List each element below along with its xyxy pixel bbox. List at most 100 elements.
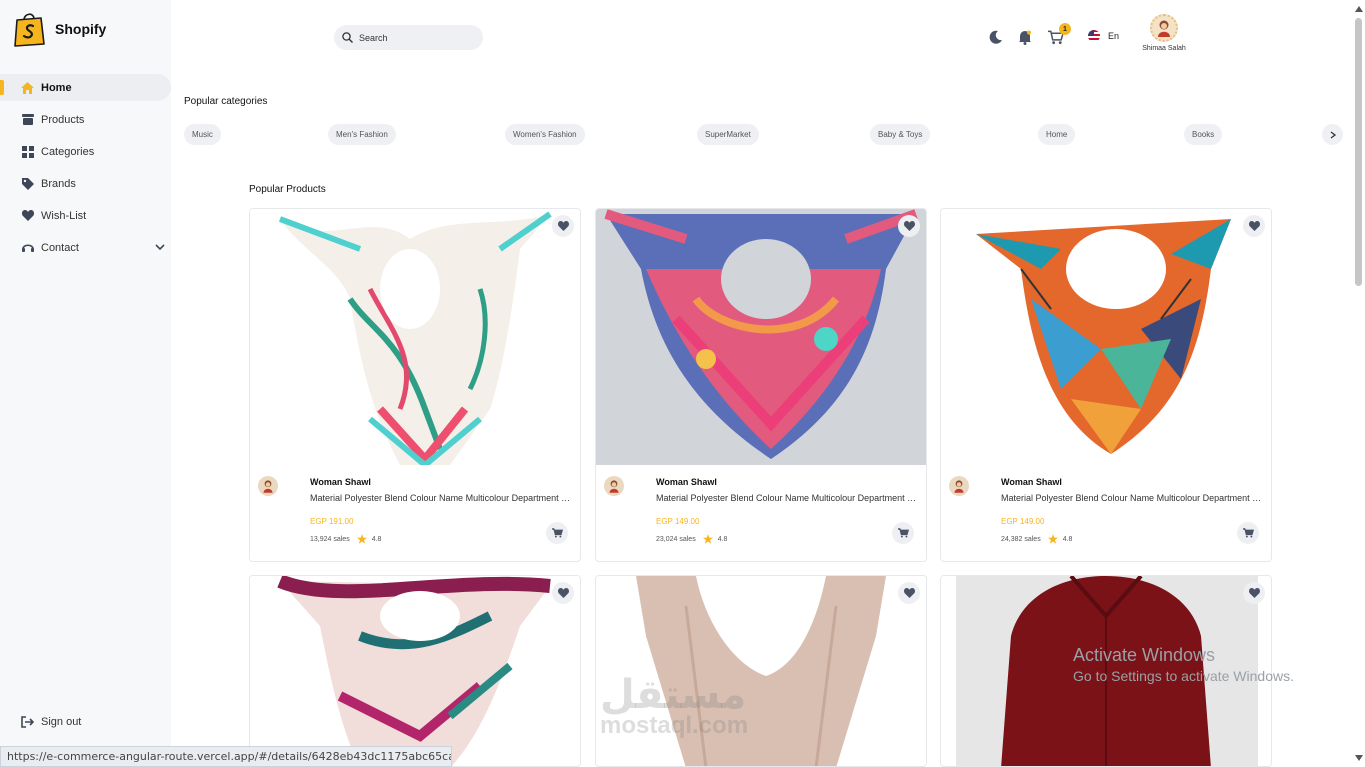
scroll-up-arrow[interactable] bbox=[1355, 6, 1363, 12]
wishlist-button[interactable] bbox=[898, 582, 920, 604]
headset-icon bbox=[21, 241, 34, 254]
add-to-cart-button[interactable] bbox=[546, 522, 568, 544]
brand-name: Shopify bbox=[55, 21, 107, 37]
seller-avatar bbox=[258, 476, 278, 496]
mostaql-url: mostaql.com bbox=[600, 712, 749, 739]
categories-next-button[interactable] bbox=[1322, 124, 1343, 145]
search-icon bbox=[342, 32, 353, 43]
sales-count: 23,024 sales bbox=[656, 535, 696, 543]
user-name: Shimaa Salah bbox=[1142, 45, 1186, 52]
sidebar-item-label: Wish-List bbox=[41, 209, 87, 222]
product-image[interactable] bbox=[596, 209, 926, 465]
sidebar-item-wish-list[interactable]: Wish-List bbox=[0, 202, 171, 229]
category-chip-supermarket[interactable]: SuperMarket bbox=[697, 124, 759, 145]
us-flag-icon bbox=[1088, 30, 1100, 42]
dark-mode-toggle[interactable] bbox=[988, 29, 1004, 45]
chevron-right-icon bbox=[1330, 130, 1336, 139]
sidebar-item-brands[interactable]: Brands bbox=[0, 170, 171, 197]
cart-icon bbox=[1242, 528, 1254, 538]
user-profile[interactable]: Shimaa Salah bbox=[1135, 14, 1193, 52]
chevron-down-icon[interactable] bbox=[155, 242, 165, 252]
scroll-down-arrow[interactable] bbox=[1355, 755, 1363, 761]
sidebar-item-label: Contact bbox=[41, 241, 79, 254]
cart-count-badge: 1 bbox=[1059, 23, 1071, 35]
product-image[interactable] bbox=[941, 209, 1271, 465]
product-image[interactable] bbox=[250, 576, 580, 766]
product-title[interactable]: Woman Shawl bbox=[656, 477, 717, 487]
signout-button[interactable]: Sign out bbox=[21, 715, 81, 728]
product-card[interactable]: Woman Shawl Material Polyester Blend Col… bbox=[249, 208, 581, 562]
mostaql-watermark: مستقل mostaql.com bbox=[600, 672, 748, 740]
product-title[interactable]: Woman Shawl bbox=[1001, 477, 1062, 487]
moon-icon bbox=[989, 30, 1002, 44]
rating-value: 4.8 bbox=[371, 535, 382, 543]
product-sales-rating: 23,024 sales 4.8 bbox=[656, 534, 727, 544]
activate-windows-watermark: Activate Windows Go to Settings to activ… bbox=[1073, 645, 1294, 684]
add-to-cart-button[interactable] bbox=[892, 522, 914, 544]
sidebar-item-home[interactable]: Home bbox=[0, 74, 171, 101]
search-input[interactable] bbox=[359, 32, 469, 43]
sidebar-item-products[interactable]: Products bbox=[0, 106, 171, 133]
product-title[interactable]: Woman Shawl bbox=[310, 477, 371, 487]
heart-icon bbox=[557, 588, 569, 598]
category-chip-books[interactable]: Books bbox=[1184, 124, 1223, 145]
sidebar-item-label: Products bbox=[41, 113, 85, 126]
category-chip-womens-fashion[interactable]: Women's Fashion bbox=[505, 124, 585, 145]
avatar bbox=[1150, 14, 1178, 42]
sidebar-item-contact[interactable]: Contact bbox=[0, 234, 171, 261]
wishlist-button[interactable] bbox=[1243, 215, 1265, 237]
page-scrollbar[interactable] bbox=[1355, 18, 1362, 286]
product-price: EGP 149.00 bbox=[656, 517, 700, 526]
user-avatar-icon bbox=[1158, 20, 1170, 37]
sidebar-item-label: Categories bbox=[41, 145, 95, 158]
heart-icon bbox=[903, 588, 915, 598]
wishlist-button[interactable] bbox=[1243, 582, 1265, 604]
seller-avatar bbox=[949, 476, 969, 496]
heart-icon bbox=[557, 221, 569, 231]
sidebar-item-categories[interactable]: Categories bbox=[0, 138, 171, 165]
bell-icon bbox=[1019, 30, 1031, 45]
rating-value: 4.8 bbox=[717, 535, 728, 543]
seller-avatar bbox=[604, 476, 624, 496]
language-label: En bbox=[1108, 31, 1120, 41]
product-card[interactable]: Woman Shawl Material Polyester Blend Col… bbox=[940, 208, 1272, 562]
signout-icon bbox=[21, 715, 34, 728]
product-description: Material Polyester Blend Colour Name Mul… bbox=[1001, 493, 1263, 503]
heart-icon bbox=[903, 221, 915, 231]
home-icon bbox=[21, 81, 34, 94]
signout-label: Sign out bbox=[41, 715, 82, 728]
box-icon bbox=[21, 113, 34, 126]
cart-icon bbox=[897, 528, 909, 538]
sales-count: 24,382 sales bbox=[1001, 535, 1041, 543]
product-sales-rating: 24,382 sales 4.8 bbox=[1001, 534, 1072, 544]
star-icon bbox=[1047, 534, 1058, 544]
product-card[interactable] bbox=[249, 575, 581, 767]
product-card[interactable]: Woman Shawl Material Polyester Blend Col… bbox=[595, 208, 927, 562]
category-chip-home[interactable]: Home bbox=[1038, 124, 1076, 145]
category-chip-baby-toys[interactable]: Baby & Toys bbox=[870, 124, 931, 145]
category-chip-mens-fashion[interactable]: Men's Fashion bbox=[328, 124, 396, 145]
popular-products-title: Popular Products bbox=[249, 184, 326, 195]
product-price: EGP 149.00 bbox=[1001, 517, 1045, 526]
product-price: EGP 191.00 bbox=[310, 517, 354, 526]
sidebar-nav: Home Products Categories Brands Wish-Lis… bbox=[0, 74, 171, 266]
sales-count: 13,924 sales bbox=[310, 535, 350, 543]
star-icon bbox=[356, 534, 367, 544]
star-icon bbox=[702, 534, 713, 544]
wishlist-button[interactable] bbox=[552, 582, 574, 604]
language-selector[interactable]: En bbox=[1088, 30, 1119, 42]
sidebar-item-label: Home bbox=[41, 81, 72, 94]
wishlist-button[interactable] bbox=[552, 215, 574, 237]
cart-icon bbox=[551, 528, 563, 538]
product-description: Material Polyester Blend Colour Name Mul… bbox=[656, 493, 918, 503]
sidebar: Shopify Home Products Categories Brands bbox=[0, 0, 171, 767]
rating-value: 4.8 bbox=[1062, 535, 1073, 543]
add-to-cart-button[interactable] bbox=[1237, 522, 1259, 544]
category-chip-music[interactable]: Music bbox=[184, 124, 221, 145]
product-image[interactable] bbox=[250, 209, 580, 465]
tag-icon bbox=[21, 177, 34, 190]
brand[interactable]: Shopify bbox=[13, 11, 106, 47]
wishlist-button[interactable] bbox=[898, 215, 920, 237]
search-bar[interactable] bbox=[334, 25, 483, 50]
notifications-button[interactable] bbox=[1017, 29, 1033, 45]
